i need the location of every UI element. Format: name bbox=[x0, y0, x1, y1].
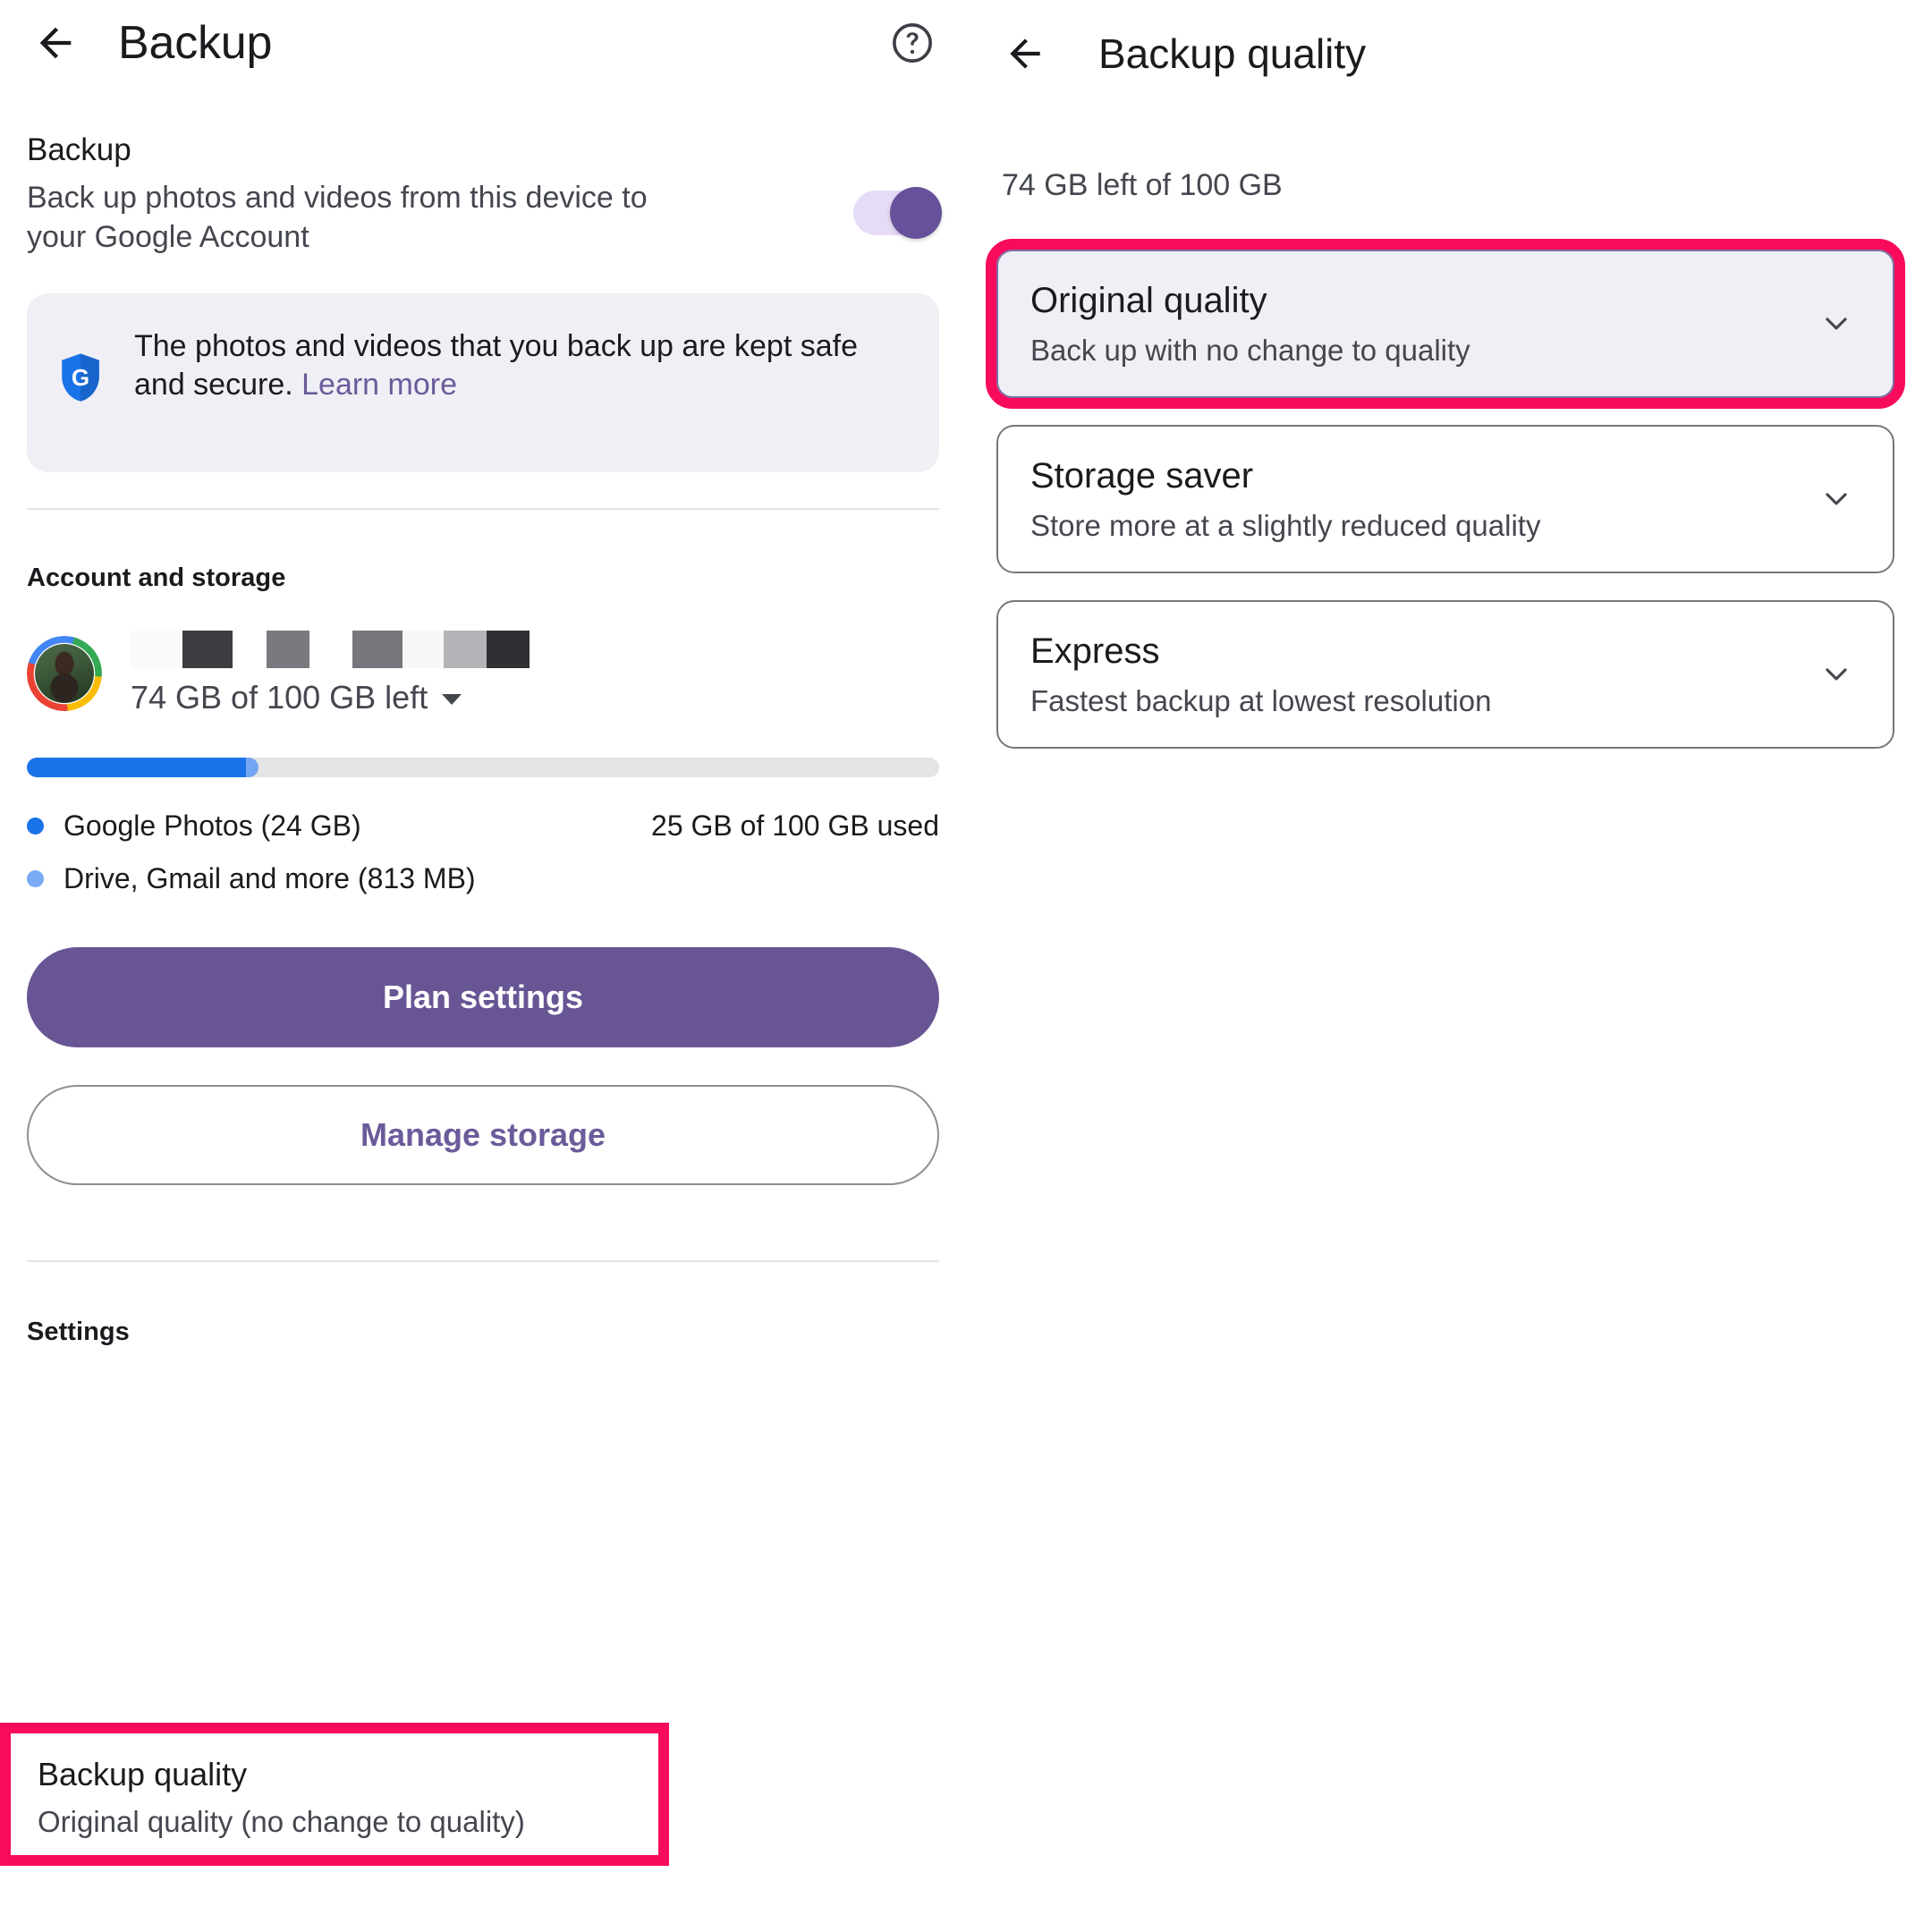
account-storage-heading: Account and storage bbox=[27, 563, 286, 592]
chevron-down-glyph bbox=[1826, 668, 1847, 681]
legend-label: Google Photos (24 GB) bbox=[64, 809, 361, 842]
legend-dot-icon bbox=[27, 869, 44, 887]
quality-option-express[interactable]: Express Fastest backup at lowest resolut… bbox=[996, 600, 1894, 749]
quality-option-texts: Express Fastest backup at lowest resolut… bbox=[1030, 630, 1816, 719]
storage-summary-row[interactable]: 74 GB of 100 GB left bbox=[131, 679, 939, 716]
backup-quality-panel: Backup quality 74 GB left of 100 GB Orig… bbox=[966, 0, 1932, 1932]
quality-option-title: Original quality bbox=[1030, 281, 1267, 321]
progress-segment-drive-gmail bbox=[245, 757, 259, 777]
help-button[interactable] bbox=[884, 14, 941, 72]
legend-item-google-photos: Google Photos (24 GB) 25 GB of 100 GB us… bbox=[27, 809, 939, 843]
redaction-block bbox=[233, 630, 267, 668]
backup-quality-highlight-box: Backup quality Original quality (no chan… bbox=[0, 1723, 669, 1866]
page-title: Backup bbox=[118, 16, 273, 69]
redaction-block bbox=[352, 630, 402, 668]
backup-toggle-row[interactable]: Backup Back up photos and videos from th… bbox=[0, 85, 966, 258]
back-button-right[interactable] bbox=[996, 25, 1054, 82]
redaction-block bbox=[402, 630, 444, 668]
redaction-block bbox=[309, 630, 352, 668]
chevron-down-glyph bbox=[1826, 493, 1847, 505]
avatar[interactable] bbox=[27, 635, 102, 711]
avatar-google-ring bbox=[27, 635, 102, 711]
chevron-down-icon[interactable] bbox=[1816, 654, 1857, 695]
quality-option-subtitle: Fastest backup at lowest resolution bbox=[1030, 684, 1492, 718]
progress-segment-google-photos bbox=[27, 757, 246, 777]
back-button[interactable] bbox=[27, 14, 84, 72]
toggle-thumb bbox=[890, 187, 942, 239]
settings-item-backup-quality[interactable]: Backup quality Original quality (no chan… bbox=[11, 1733, 658, 1840]
manage-storage-button[interactable]: Manage storage bbox=[27, 1084, 939, 1185]
chevron-down-icon[interactable] bbox=[1816, 303, 1857, 344]
chevron-down-glyph bbox=[1826, 318, 1847, 330]
quality-option-texts: Storage saver Store more at a slightly r… bbox=[1030, 454, 1816, 544]
security-info-text: The photos and videos that you back up a… bbox=[134, 327, 909, 405]
legend-label: Drive, Gmail and more (813 MB) bbox=[64, 861, 476, 894]
quality-option-title: Storage saver bbox=[1030, 456, 1254, 496]
account-email-redacted bbox=[131, 630, 939, 668]
help-circle-icon bbox=[893, 22, 932, 63]
redaction-block bbox=[267, 630, 309, 668]
security-info-card: G The photos and videos that you back up… bbox=[27, 292, 939, 472]
chevron-down-icon[interactable] bbox=[1816, 479, 1857, 520]
storage-legend: Google Photos (24 GB) 25 GB of 100 GB us… bbox=[0, 809, 966, 895]
quality-option-texts: Original quality Back up with no change … bbox=[1030, 279, 1816, 369]
redaction-block bbox=[487, 630, 530, 668]
settings-item-subtitle: Original quality (no change to quality) bbox=[38, 1805, 525, 1839]
chevron-down-icon bbox=[442, 694, 462, 706]
redaction-block bbox=[444, 630, 487, 668]
back-arrow-icon bbox=[39, 27, 72, 58]
redaction-block bbox=[131, 630, 182, 668]
security-info-body: The photos and videos that you back up a… bbox=[134, 328, 858, 402]
backup-toggle-texts: Backup Back up photos and videos from th… bbox=[27, 131, 853, 258]
back-arrow-icon bbox=[1010, 38, 1040, 69]
learn-more-link[interactable]: Learn more bbox=[301, 368, 457, 402]
quality-option-subtitle: Back up with no change to quality bbox=[1030, 334, 1470, 368]
quality-options-list: Original quality Back up with no change … bbox=[966, 239, 1932, 749]
quality-option-subtitle: Store more at a slightly reduced quality bbox=[1030, 509, 1541, 543]
quality-option-original[interactable]: Original quality Back up with no change … bbox=[986, 239, 1905, 409]
legend-item-drive-gmail: Drive, Gmail and more (813 MB) bbox=[27, 862, 939, 895]
screenshot-root: Backup Backup Back up photos and videos … bbox=[0, 0, 1932, 1932]
quota-text: 74 GB left of 100 GB bbox=[1002, 168, 1283, 202]
quality-option-title: Express bbox=[1030, 631, 1160, 672]
account-row[interactable]: 74 GB of 100 GB left bbox=[0, 593, 966, 716]
app-bar: Backup bbox=[0, 0, 966, 85]
plan-settings-button[interactable]: Plan settings bbox=[27, 946, 939, 1047]
settings-item-title: Backup quality bbox=[38, 1756, 248, 1792]
backup-toggle-switch[interactable] bbox=[853, 187, 942, 239]
redaction-block bbox=[182, 630, 233, 668]
backup-settings-panel: Backup Backup Back up photos and videos … bbox=[0, 0, 966, 1932]
quality-option-storage-saver[interactable]: Storage saver Store more at a slightly r… bbox=[996, 425, 1894, 573]
shield-icon-wrap: G bbox=[57, 352, 104, 402]
svg-text:G: G bbox=[72, 363, 89, 390]
storage-summary-text: 74 GB of 100 GB left bbox=[131, 678, 428, 716]
page-title-right: Backup quality bbox=[1098, 30, 1367, 77]
storage-used-text: 25 GB of 100 GB used bbox=[651, 809, 939, 842]
backup-section-title: Backup bbox=[27, 132, 131, 167]
backup-section-subtitle: Back up photos and videos from this devi… bbox=[27, 181, 648, 255]
storage-progress-bar bbox=[27, 757, 939, 777]
app-bar-right: Backup quality bbox=[966, 0, 1932, 107]
google-shield-icon: G bbox=[62, 353, 99, 402]
legend-dot-icon bbox=[27, 817, 44, 835]
account-info: 74 GB of 100 GB left bbox=[131, 630, 939, 716]
settings-heading: Settings bbox=[27, 1317, 130, 1346]
